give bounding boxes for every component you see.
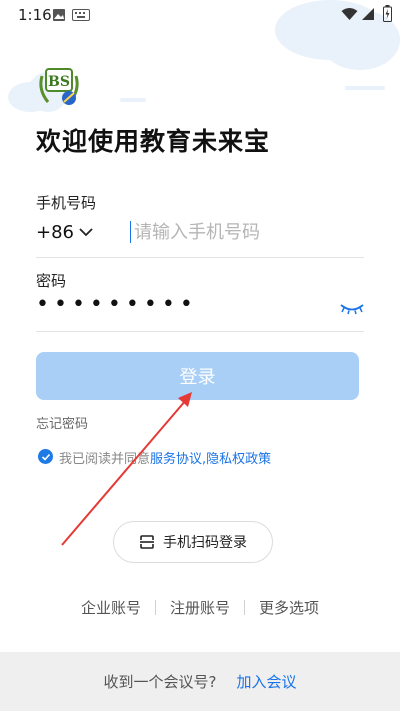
qr-login-label: 手机扫码登录 [163,535,247,551]
meeting-question: 收到一个会议号? [103,673,217,691]
forgot-password-link[interactable]: 忘记密码 [36,413,88,432]
password-field[interactable]: ••••••••• [36,292,198,317]
join-meeting-link[interactable]: 加入会议 [236,671,296,692]
agreement-prefix: 我已阅读并同意 [59,452,151,467]
password-label: 密码 [36,272,67,290]
privacy-policy-link[interactable]: 隐私权政策 [206,452,271,467]
service-agreement-link[interactable]: 服务协议 [150,452,202,467]
cloud-decoration [345,86,385,90]
battery-icon [383,5,392,22]
password-divider [36,331,364,332]
link-separator [154,599,156,615]
svg-text:BS: BS [48,74,70,90]
country-code-selector[interactable]: +86 [36,222,74,243]
app-logo: BS [39,68,79,105]
text-cursor [130,221,131,243]
enterprise-account-link[interactable]: 企业账号 [81,597,141,618]
country-code-value: +86 [36,222,74,243]
register-account-link[interactable]: 注册账号 [170,597,230,618]
status-bar: 1:16 [0,0,400,30]
more-options-link[interactable]: 更多选项 [259,597,319,618]
qr-login-button[interactable]: 手机扫码登录 [113,521,273,563]
page-title: 欢迎使用教育未来宝 [36,127,271,156]
image-icon [53,9,65,21]
agreement-checkbox[interactable] [38,449,53,464]
login-button[interactable]: 登录 [36,352,359,400]
bottom-links: 企业账号 注册账号 更多选项 [0,595,400,619]
scan-icon [140,535,154,549]
eye-closed-icon[interactable] [340,303,364,315]
agreement-text: 我已阅读并同意服务协议,隐私权政策 [59,448,271,467]
status-time: 1:16 [18,6,52,24]
chevron-down-icon[interactable] [78,226,94,238]
wifi-icon [341,8,358,20]
link-separator [244,599,245,615]
keyboard-icon [72,9,90,21]
phone-divider [36,257,364,258]
meeting-footer: 收到一个会议号? 加入会议 [0,652,400,711]
cloud-decoration [120,98,146,102]
phone-input[interactable] [134,216,364,248]
check-icon [41,453,50,461]
phone-label: 手机号码 [36,194,97,212]
signal-icon [362,8,374,20]
